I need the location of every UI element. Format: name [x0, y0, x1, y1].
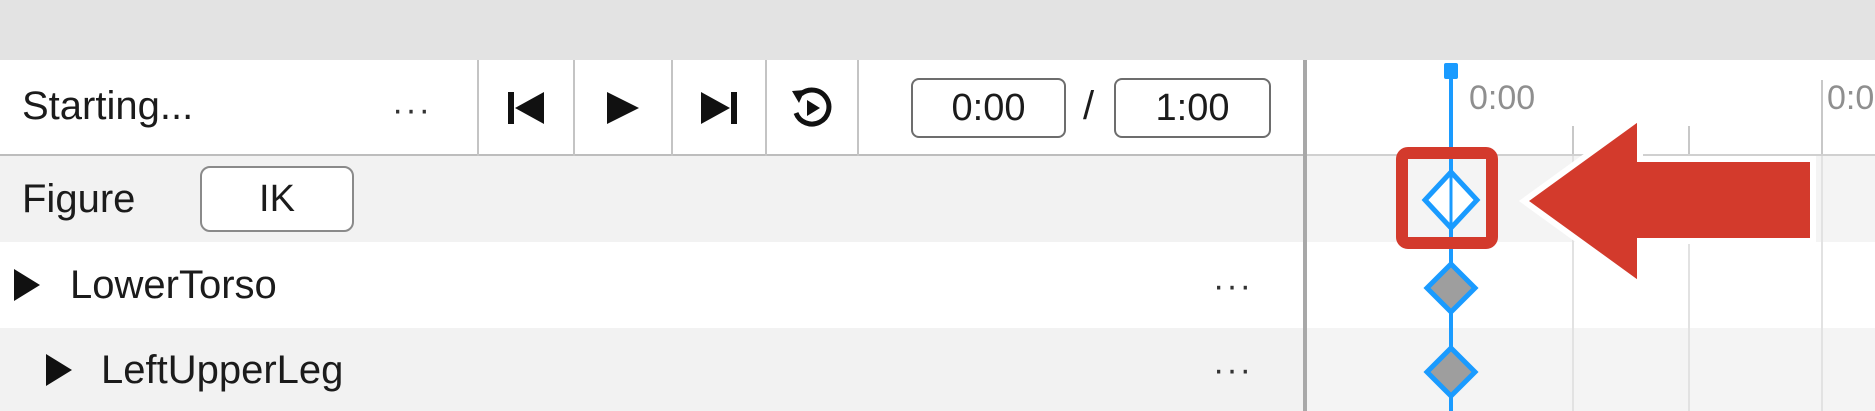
- play-icon: [607, 92, 639, 124]
- track-row-lowertorso[interactable]: LowerTorso ···: [0, 242, 1303, 328]
- ik-button[interactable]: IK: [200, 166, 354, 232]
- top-bar: [0, 0, 1875, 60]
- red-arrow-pointer: [1518, 111, 1816, 291]
- diamond-keyframe-icon: [1423, 260, 1479, 316]
- figure-track-row[interactable]: Figure IK: [0, 156, 1303, 242]
- skip-to-start-icon: [508, 92, 544, 124]
- play-button[interactable]: [573, 60, 671, 156]
- timeline-overlay: [1396, 63, 1816, 411]
- animation-more-button[interactable]: ···: [392, 93, 432, 127]
- skip-to-end-button[interactable]: [671, 60, 765, 156]
- loop-button[interactable]: [765, 60, 859, 156]
- timeline-panel[interactable]: 0:00 0:0: [1307, 60, 1875, 411]
- track-label-lowertorso: LowerTorso: [70, 263, 277, 307]
- animation-editor-track-panel: Starting... ··· 0:00 / 1:00 Figure IK Lo…: [0, 60, 1303, 411]
- current-time-input[interactable]: 0:00: [911, 78, 1066, 138]
- loop-replay-icon: [792, 87, 832, 127]
- skip-to-end-icon: [701, 92, 737, 124]
- skip-to-start-button[interactable]: [477, 60, 573, 156]
- track-label-leftupperleg: LeftUpperLeg: [101, 348, 344, 392]
- figure-label: Figure: [22, 177, 136, 221]
- track-row-leftupperleg[interactable]: LeftUpperLeg ···: [0, 328, 1303, 411]
- total-time-input[interactable]: 1:00: [1114, 78, 1271, 138]
- track-more-button-lowertorso[interactable]: ···: [1213, 269, 1253, 303]
- track-more-button-leftupperleg[interactable]: ···: [1213, 353, 1253, 387]
- diamond-keyframe-icon: [1423, 344, 1479, 400]
- expand-triangle-icon[interactable]: [46, 354, 72, 386]
- animation-name-label[interactable]: Starting...: [22, 82, 193, 130]
- time-separator: /: [1083, 84, 1095, 128]
- animation-toolbar: Starting... ··· 0:00 / 1:00: [0, 60, 1303, 156]
- expand-triangle-icon[interactable]: [14, 269, 40, 301]
- diamond-keyframe-icon: [1421, 168, 1481, 232]
